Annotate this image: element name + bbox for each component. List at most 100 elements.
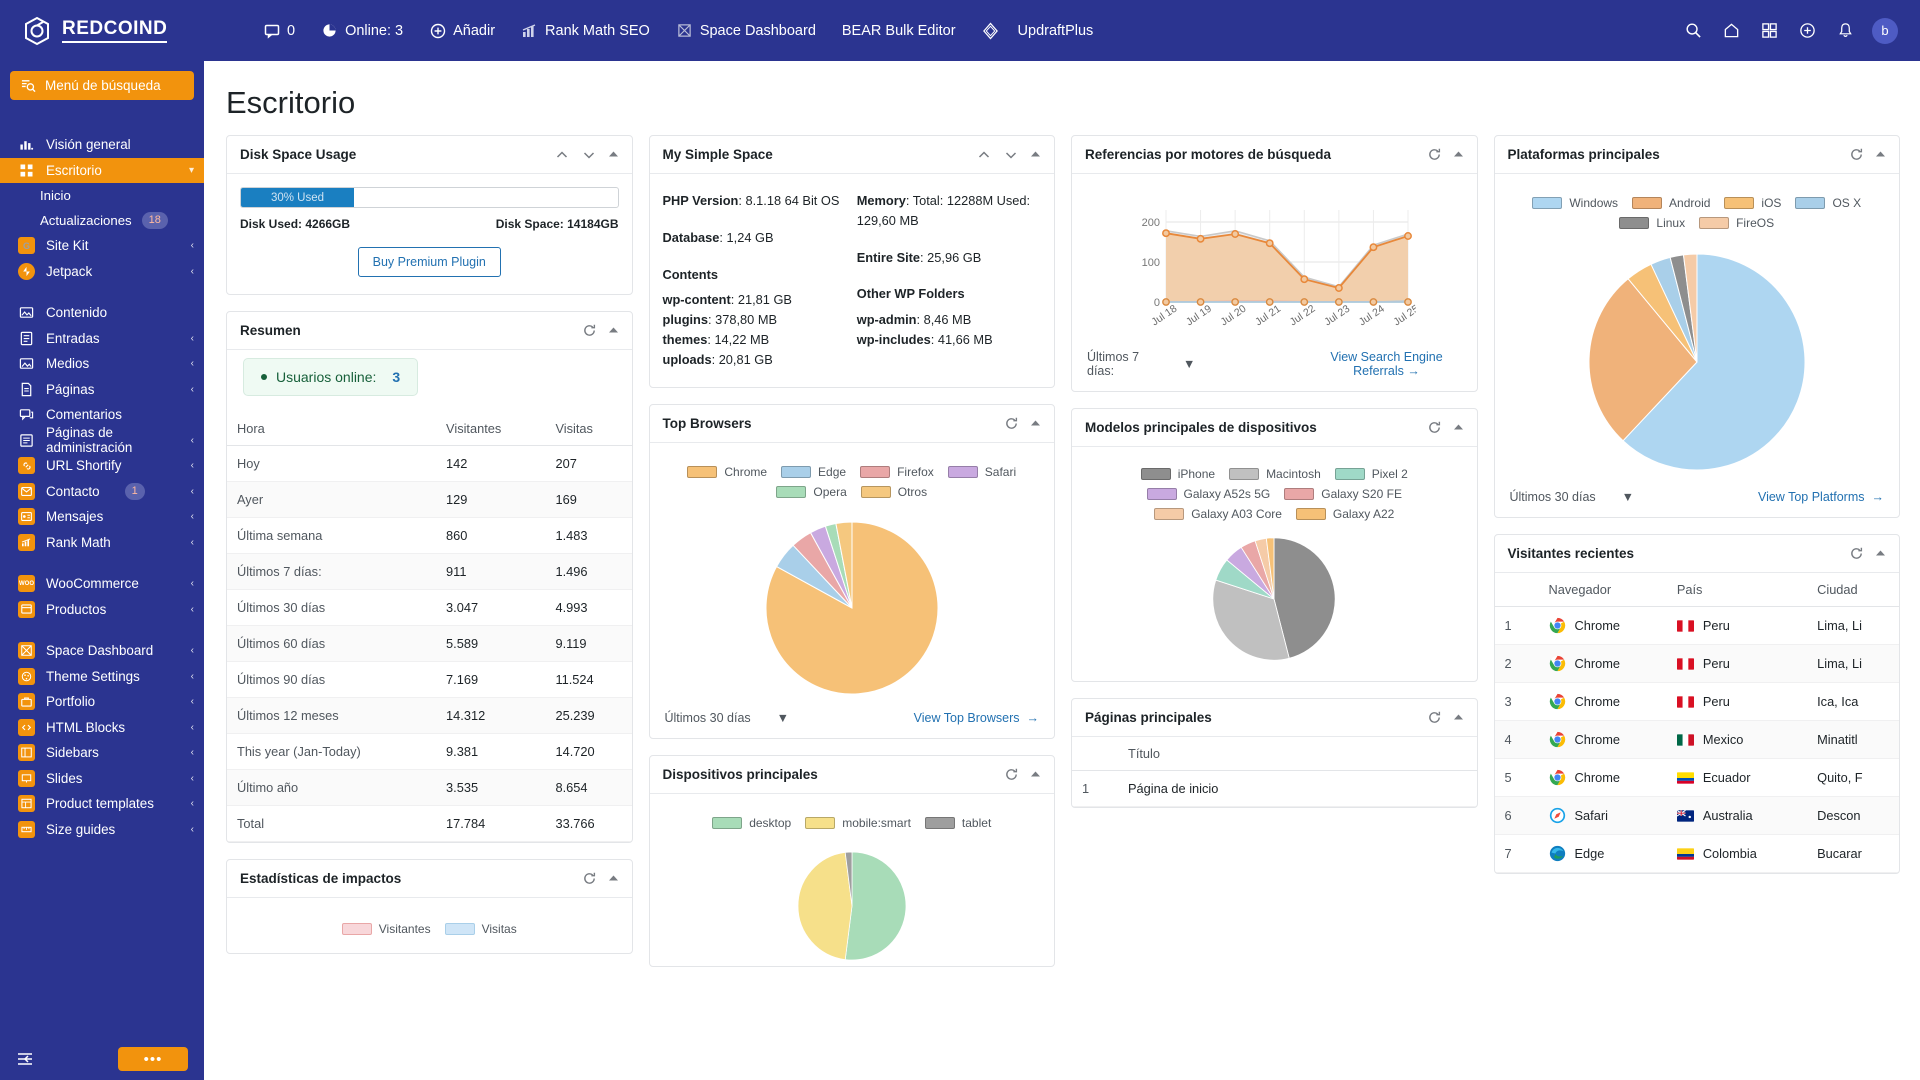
table-row[interactable]: 7 Edge Colombia Bucarar: [1494, 834, 1899, 873]
sidebar-item-site-kit[interactable]: G Site Kit ‹: [0, 233, 204, 259]
platforms-range-select[interactable]: Últimos 30 días ▼: [1510, 490, 1635, 504]
data-point[interactable]: [1404, 232, 1413, 240]
admin-bar-online[interactable]: Online: 3: [308, 0, 416, 61]
toggle-panel-icon[interactable]: [608, 873, 619, 884]
table-row[interactable]: 3 Chrome Peru Ica, Ica: [1494, 682, 1899, 721]
sidebar-item-jetpack[interactable]: Jetpack ‹: [0, 259, 204, 285]
toggle-panel-icon[interactable]: [1875, 548, 1886, 559]
table-row[interactable]: Total 17.784 33.766: [227, 805, 632, 842]
data-point[interactable]: [1162, 229, 1171, 238]
home-icon[interactable]: [1714, 14, 1748, 48]
table-row[interactable]: Últimos 7 días: 911 1.496: [227, 553, 632, 590]
refresh-icon[interactable]: [1849, 546, 1864, 561]
data-point[interactable]: [1231, 230, 1240, 238]
data-point[interactable]: [1162, 298, 1171, 306]
toggle-panel-icon[interactable]: [1030, 769, 1041, 780]
sidebar-item-mensajes[interactable]: Mensajes ‹: [0, 504, 204, 530]
table-row[interactable]: 1 Página de inicio: [1072, 770, 1477, 807]
sidebar-item-url-shortify[interactable]: URL Shortify ‹: [0, 453, 204, 479]
avatar[interactable]: b: [1872, 17, 1898, 44]
table-row[interactable]: 1 Chrome Peru Lima, Li: [1494, 606, 1899, 645]
sidebar-item-comentarios[interactable]: Comentarios: [0, 402, 204, 428]
table-row[interactable]: 4 Chrome Mexico Minatitl: [1494, 720, 1899, 759]
view-search-engine-referrals-link[interactable]: View Search Engine Referrals →: [1312, 350, 1462, 378]
referrals-range-select[interactable]: Últimos 7 días: ▼: [1087, 350, 1195, 378]
table-row[interactable]: Último año 3.535 8.654: [227, 769, 632, 806]
refresh-icon[interactable]: [1427, 147, 1442, 162]
sidebar-item-paginas-admin[interactable]: Páginas de administración ‹: [0, 425, 204, 455]
sidebar-item-slides[interactable]: Slides ‹: [0, 766, 204, 792]
data-point[interactable]: [1369, 298, 1378, 306]
toggle-panel-icon[interactable]: [1453, 712, 1464, 723]
table-row[interactable]: Ayer 129 169: [227, 481, 632, 518]
pie-slice[interactable]: [797, 851, 853, 960]
site-brand[interactable]: REDCOIND: [0, 16, 250, 46]
view-top-browsers-link[interactable]: View Top Browsers →: [914, 711, 1039, 725]
toggle-panel-icon[interactable]: [1875, 149, 1886, 160]
grid-icon[interactable]: [1752, 14, 1786, 48]
sidebar-item-paginas[interactable]: Páginas ‹: [0, 377, 204, 403]
refresh-icon[interactable]: [582, 323, 597, 338]
sidebar-item-contacto[interactable]: Contacto 1 ‹: [0, 479, 204, 505]
toggle-panel-icon[interactable]: [1453, 422, 1464, 433]
admin-bar-add-new[interactable]: Añadir: [416, 0, 508, 61]
data-point[interactable]: [1335, 284, 1344, 292]
sidebar-subitem-actualizaciones[interactable]: Actualizaciones 18: [0, 208, 204, 233]
toggle-panel-icon[interactable]: [608, 325, 619, 336]
buy-premium-plugin-button[interactable]: Buy Premium Plugin: [357, 247, 501, 277]
sidebar-item-sidebars[interactable]: Sidebars ‹: [0, 740, 204, 766]
sidebar-subitem-inicio[interactable]: Inicio: [0, 183, 204, 208]
table-row[interactable]: Última semana 860 1.483: [227, 517, 632, 554]
admin-bar-space-dashboard[interactable]: Space Dashboard: [663, 0, 829, 61]
sidebar-item-theme-settings[interactable]: Theme Settings ‹: [0, 664, 204, 690]
data-point[interactable]: [1300, 298, 1309, 306]
table-row[interactable]: This year (Jan-Today) 9.381 14.720: [227, 733, 632, 770]
sidebar-more-button[interactable]: •••: [118, 1047, 188, 1071]
data-point[interactable]: [1335, 298, 1344, 306]
data-point[interactable]: [1266, 298, 1274, 306]
search-icon[interactable]: [1676, 14, 1710, 48]
toggle-panel-icon[interactable]: [1453, 149, 1464, 160]
table-row[interactable]: 6 Safari Australia Descon: [1494, 796, 1899, 835]
data-point[interactable]: [1300, 275, 1309, 284]
admin-bar-bear-bulk-editor[interactable]: BEAR Bulk Editor: [829, 0, 969, 61]
refresh-icon[interactable]: [1004, 767, 1019, 782]
toggle-panel-icon[interactable]: [608, 149, 619, 160]
refresh-icon[interactable]: [1427, 420, 1442, 435]
refresh-icon[interactable]: [1004, 416, 1019, 431]
refresh-icon[interactable]: [1849, 147, 1864, 162]
table-row[interactable]: Hoy 142 207: [227, 445, 632, 482]
data-point[interactable]: [1196, 234, 1205, 243]
table-row[interactable]: Últimos 60 días 5.589 9.119: [227, 625, 632, 662]
move-up-icon[interactable]: [554, 147, 570, 163]
move-up-icon[interactable]: [976, 147, 992, 163]
sidebar-item-productos[interactable]: Productos ‹: [0, 597, 204, 623]
sidebar-item-escritorio[interactable]: Escritorio ▾: [0, 157, 204, 183]
table-row[interactable]: Últimos 12 meses 14.312 25.239: [227, 697, 632, 734]
sidebar-item-rank-math[interactable]: Rank Math ‹: [0, 530, 204, 556]
data-point[interactable]: [1404, 298, 1413, 306]
data-point[interactable]: [1196, 298, 1205, 306]
move-down-icon[interactable]: [581, 147, 597, 163]
admin-bar-comments[interactable]: 0: [250, 0, 308, 61]
table-row[interactable]: Últimos 30 días 3.047 4.993: [227, 589, 632, 626]
table-row[interactable]: 5 Chrome Ecuador Quito, F: [1494, 758, 1899, 797]
data-point[interactable]: [1231, 298, 1240, 306]
table-row[interactable]: 2 Chrome Peru Lima, Li: [1494, 644, 1899, 683]
sidebar-item-entradas[interactable]: Entradas ‹: [0, 326, 204, 352]
sidebar-item-woocommerce[interactable]: WOO WooCommerce ‹: [0, 571, 204, 597]
sidebar-item-portfolio[interactable]: Portfolio ‹: [0, 689, 204, 715]
toggle-panel-icon[interactable]: [1030, 418, 1041, 429]
data-point[interactable]: [1266, 239, 1274, 248]
view-top-platforms-link[interactable]: View Top Platforms →: [1758, 490, 1884, 504]
search-menu-button[interactable]: Menú de búsqueda: [10, 71, 194, 100]
sidebar-item-product-templates[interactable]: Product templates ‹: [0, 791, 204, 817]
refresh-icon[interactable]: [582, 871, 597, 886]
sidebar-item-medios[interactable]: Medios ‹: [0, 351, 204, 377]
toggle-panel-icon[interactable]: [1030, 149, 1041, 160]
plus-circle-icon-right[interactable]: [1790, 14, 1824, 48]
sidebar-item-html-blocks[interactable]: HTML Blocks ‹: [0, 715, 204, 741]
sidebar-item-space-dashboard[interactable]: Space Dashboard ‹: [0, 638, 204, 664]
sidebar-item-vision-general[interactable]: Visión general: [0, 132, 204, 158]
sidebar-item-contenido[interactable]: Contenido: [0, 300, 204, 326]
